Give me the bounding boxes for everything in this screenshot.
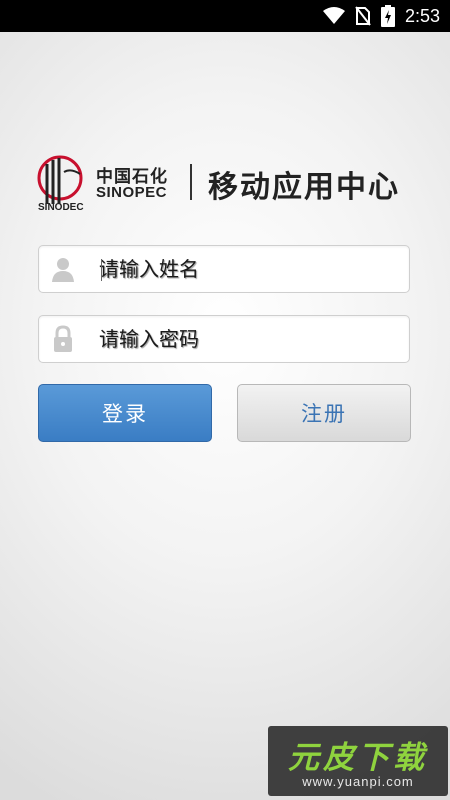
status-bar: 2:53 [0, 0, 450, 32]
password-field[interactable] [38, 315, 410, 363]
no-sim-icon [355, 6, 371, 26]
user-icon [52, 258, 74, 282]
svg-text:SINODEC: SINODEC [38, 202, 84, 212]
login-button-label: 登录 [102, 402, 148, 426]
username-input[interactable] [99, 246, 399, 292]
status-icons: 2:53 [322, 0, 440, 32]
logo-divider [190, 164, 192, 200]
wifi-icon [322, 7, 345, 24]
register-button-label: 注册 [301, 402, 347, 426]
watermark-url: www.yuanpi.com [302, 774, 414, 789]
sinopec-emblem-icon: SINODEC [37, 155, 84, 212]
username-field[interactable] [38, 245, 410, 293]
battery-charging-icon [380, 5, 395, 27]
logo-header: SINODEC 中国石化 SINOPEC 移动应用中心 [36, 152, 416, 212]
lock-icon [54, 325, 72, 352]
logo-english-name: SINOPEC [96, 184, 168, 201]
register-button[interactable]: 注册 [237, 384, 411, 442]
password-input[interactable] [99, 316, 399, 362]
login-button[interactable]: 登录 [38, 384, 212, 442]
watermark: 元皮下载 www.yuanpi.com [268, 726, 448, 796]
page-title: 移动应用中心 [208, 170, 400, 205]
text-cursor [101, 259, 102, 281]
watermark-brand: 元皮下载 [288, 740, 428, 776]
status-time: 2:53 [404, 5, 440, 26]
